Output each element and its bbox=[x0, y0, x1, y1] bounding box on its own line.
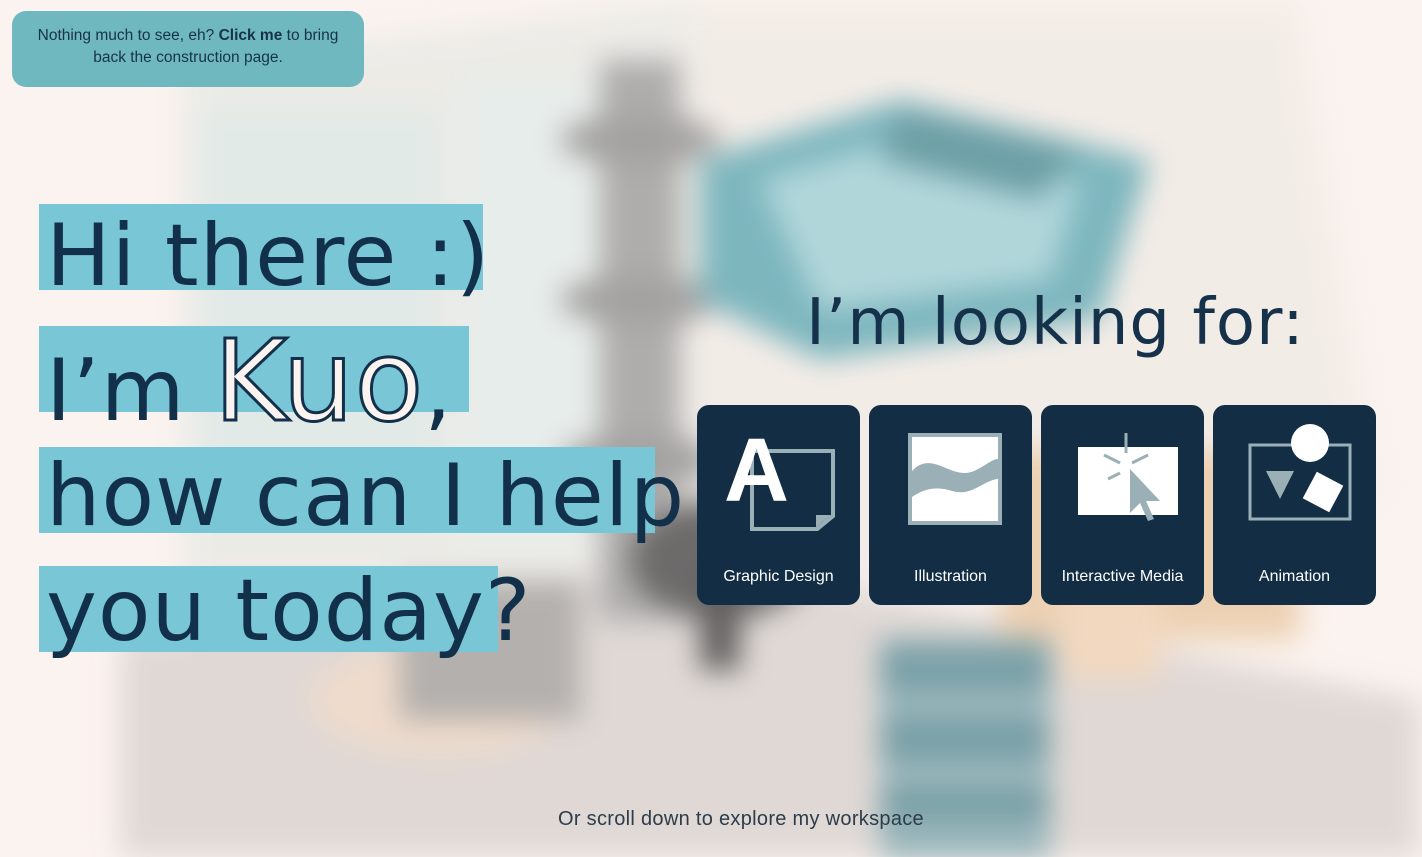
click-me-link[interactable]: Click me bbox=[219, 27, 283, 44]
greeting-line4: you today? bbox=[46, 561, 532, 661]
graphic-design-icon: A bbox=[724, 421, 835, 531]
card-label: Interactive Media bbox=[1061, 568, 1184, 585]
card-label: Illustration bbox=[914, 568, 987, 585]
illustration-icon bbox=[908, 433, 1002, 525]
name-kuo: Kuo bbox=[212, 317, 425, 447]
looking-for-heading: I’m looking for: bbox=[806, 286, 1305, 360]
greeting-comma: , bbox=[424, 341, 453, 441]
service-cards: A Graphic Design Illustration Interactiv… bbox=[697, 405, 1376, 605]
notice-text-before: Nothing much to see, eh? bbox=[37, 27, 219, 44]
card-animation[interactable]: Animation bbox=[1213, 405, 1376, 605]
card-label: Animation bbox=[1258, 568, 1331, 585]
greeting-line3: how can I help bbox=[46, 446, 686, 546]
card-label: Graphic Design bbox=[723, 568, 834, 585]
scroll-hint: Or scroll down to explore my workspace bbox=[558, 808, 924, 830]
greeting-prefix: I’m bbox=[46, 341, 214, 441]
greeting-line1: Hi there :) bbox=[46, 206, 491, 306]
greeting-line2: I’m Kuo, bbox=[46, 321, 453, 451]
svg-text:A: A bbox=[724, 421, 789, 521]
card-illustration[interactable]: Illustration bbox=[869, 405, 1032, 605]
card-interactive-media[interactable]: Interactive Media bbox=[1041, 405, 1204, 605]
interactive-media-icon bbox=[1078, 433, 1178, 521]
construction-page-toggle[interactable]: Nothing much to see, eh? Click me to bri… bbox=[12, 11, 364, 87]
card-graphic-design[interactable]: A Graphic Design bbox=[697, 405, 860, 605]
animation-icon bbox=[1248, 424, 1352, 521]
